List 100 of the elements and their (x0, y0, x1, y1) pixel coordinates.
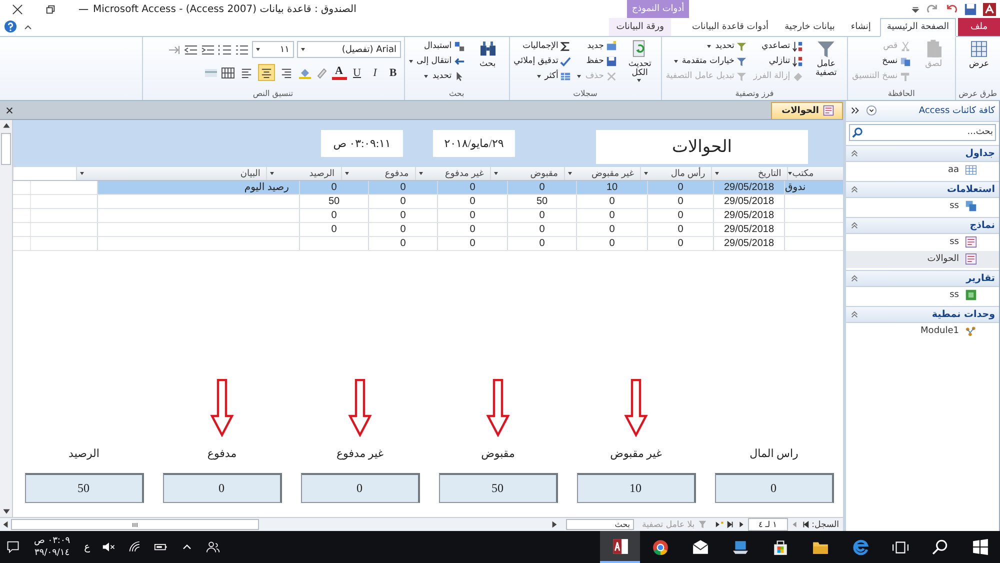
table-cell[interactable]: 29/05/2018 (713, 180, 784, 194)
document-tab[interactable]: الحوالات (770, 102, 843, 119)
customize-caret-icon[interactable] (911, 4, 920, 14)
navigation-item[interactable]: aa (846, 162, 999, 179)
alternate-row-color-icon[interactable] (204, 66, 218, 79)
numbered-list-icon[interactable] (218, 44, 232, 56)
table-cell[interactable]: 0 (437, 180, 507, 194)
table-cell[interactable]: 0 (368, 236, 437, 250)
ribbon-tab[interactable]: ملف (958, 18, 1000, 36)
italic-button[interactable]: I (368, 64, 383, 81)
notification-icon[interactable] (6, 540, 20, 554)
clock[interactable]: ٠٣:٠٩ ص ٣٩/٠٩/١٤ (34, 535, 70, 559)
fill-color-icon[interactable] (298, 66, 312, 79)
column-header[interactable]: مقبوض (490, 166, 564, 180)
first-record-icon[interactable] (800, 520, 810, 529)
column-header[interactable]: رأس مال (640, 166, 712, 180)
table-cell[interactable]: 0 (299, 208, 368, 222)
ribbon-command[interactable]: تحديد (664, 38, 748, 54)
table-cell[interactable]: 50 (507, 194, 576, 208)
table-cell[interactable]: 0 (507, 222, 576, 236)
ribbon-tab[interactable]: أدوات قاعدة البيانات (685, 18, 776, 36)
people-icon[interactable] (206, 540, 220, 554)
table-cell[interactable]: 0 (647, 208, 713, 222)
ribbon-command[interactable]: عامل تصفية (808, 38, 844, 84)
ribbon-command[interactable]: حفظ (576, 54, 618, 69)
navigation-item[interactable]: الحوالات (846, 250, 999, 268)
table-cell[interactable]: 0 (576, 222, 647, 236)
table-cell[interactable]: 0 (576, 194, 647, 208)
ribbon-command[interactable]: تدقيق إملائي (512, 54, 572, 69)
column-header[interactable]: التاريخ (711, 166, 788, 180)
table-cell[interactable]: 29/05/2018 (713, 222, 784, 236)
table-cell[interactable]: 0 (437, 236, 507, 250)
bullet-list-icon[interactable] (234, 44, 249, 56)
new-record-icon[interactable] (714, 520, 724, 529)
table-cell[interactable]: 0 (647, 222, 713, 236)
table-cell[interactable]: 50 (299, 194, 368, 208)
save-icon[interactable] (964, 2, 977, 16)
table-cell[interactable]: 0 (368, 222, 437, 236)
align-button[interactable] (258, 64, 275, 82)
ribbon-command[interactable]: تحديث الكل (622, 38, 658, 84)
close-icon[interactable] (5, 106, 14, 115)
ribbon-command[interactable]: خيارات متقدمة (664, 54, 748, 69)
ribbon-tab[interactable]: إنشاء (844, 18, 878, 36)
column-header[interactable]: غير مقبوض (564, 166, 640, 180)
table-cell[interactable]: 0 (299, 222, 368, 236)
indent-icon[interactable] (200, 44, 215, 56)
ribbon-command[interactable]: انتقال إلى (408, 54, 466, 69)
language-indicator[interactable]: ع (84, 542, 90, 552)
table-cell[interactable]: 0 (368, 180, 437, 194)
ribbon-tab[interactable]: بيانات خارجية (778, 18, 842, 36)
ribbon-command[interactable]: بحث (470, 38, 506, 84)
navigation-item[interactable]: Module1 (846, 322, 999, 340)
next-record-icon[interactable] (736, 520, 746, 529)
search-field[interactable]: بحث... (849, 124, 996, 141)
ribbon-command[interactable]: عرض (961, 38, 997, 84)
table-cell[interactable]: 0 (437, 222, 507, 236)
ribbon-command[interactable]: تنازلي (752, 54, 804, 69)
ribbon-tab[interactable]: ورقة البيانات (609, 18, 672, 36)
table-cell[interactable]: رصيد اليوم (97, 180, 299, 194)
table-cell[interactable]: 0 (368, 194, 437, 208)
ribbon-command[interactable]: أكثر (512, 68, 572, 84)
group-header[interactable]: جداول (846, 144, 999, 162)
navigation-item[interactable]: ss (846, 198, 999, 215)
table-cell[interactable]: 0 (647, 236, 713, 250)
navigation-item[interactable]: ss (846, 234, 999, 251)
ribbon-tab[interactable]: الصفحة الرئيسية (880, 18, 956, 37)
table-cell[interactable]: 0 (507, 180, 576, 194)
table-cell[interactable]: 0 (299, 180, 368, 194)
table-cell[interactable]: 0 (437, 194, 507, 208)
vertical-scrollbar[interactable] (0, 120, 13, 517)
ribbon-command[interactable]: تصاعدي (752, 38, 804, 54)
record-number-field[interactable]: ١ لـ ٤ (748, 518, 788, 531)
redo-icon[interactable] (926, 2, 939, 16)
navigation-item[interactable]: ss (846, 286, 999, 304)
table-cell[interactable]: 0 (507, 236, 576, 250)
ribbon-command[interactable]: جديد (576, 38, 618, 54)
group-header[interactable]: وحدات نمطية (846, 306, 999, 323)
table-cell[interactable]: 0 (437, 208, 507, 222)
group-header[interactable]: نماذج (846, 216, 999, 234)
dropdown-icon[interactable] (866, 105, 877, 116)
ribbon-command[interactable]: الإجماليات (512, 38, 572, 54)
underline-button[interactable]: U (350, 64, 365, 81)
outdent-icon[interactable] (184, 44, 198, 56)
gridlines-icon[interactable] (220, 66, 235, 79)
table-cell[interactable]: 0 (576, 236, 647, 250)
font-dropdown[interactable]: Arial (تفصيل) (296, 41, 401, 58)
table-cell[interactable]: ندوق (784, 180, 843, 194)
table-cell[interactable]: 0 (647, 180, 713, 194)
table-cell[interactable]: 0 (507, 208, 576, 222)
restore-icon[interactable] (45, 4, 56, 14)
ribbon-command[interactable]: تحديد (408, 68, 466, 84)
ribbon-command[interactable]: استبدال (408, 38, 466, 54)
muted-speaker-icon[interactable] (102, 540, 116, 554)
bold-button[interactable]: B (386, 64, 401, 81)
font-color-button[interactable]: A (332, 65, 347, 80)
table-cell[interactable]: 0 (368, 208, 437, 222)
last-record-icon[interactable] (726, 520, 735, 529)
table-cell[interactable]: 29/05/2018 (713, 236, 784, 250)
undo-icon[interactable] (945, 2, 958, 16)
wifi-icon[interactable] (128, 540, 142, 554)
